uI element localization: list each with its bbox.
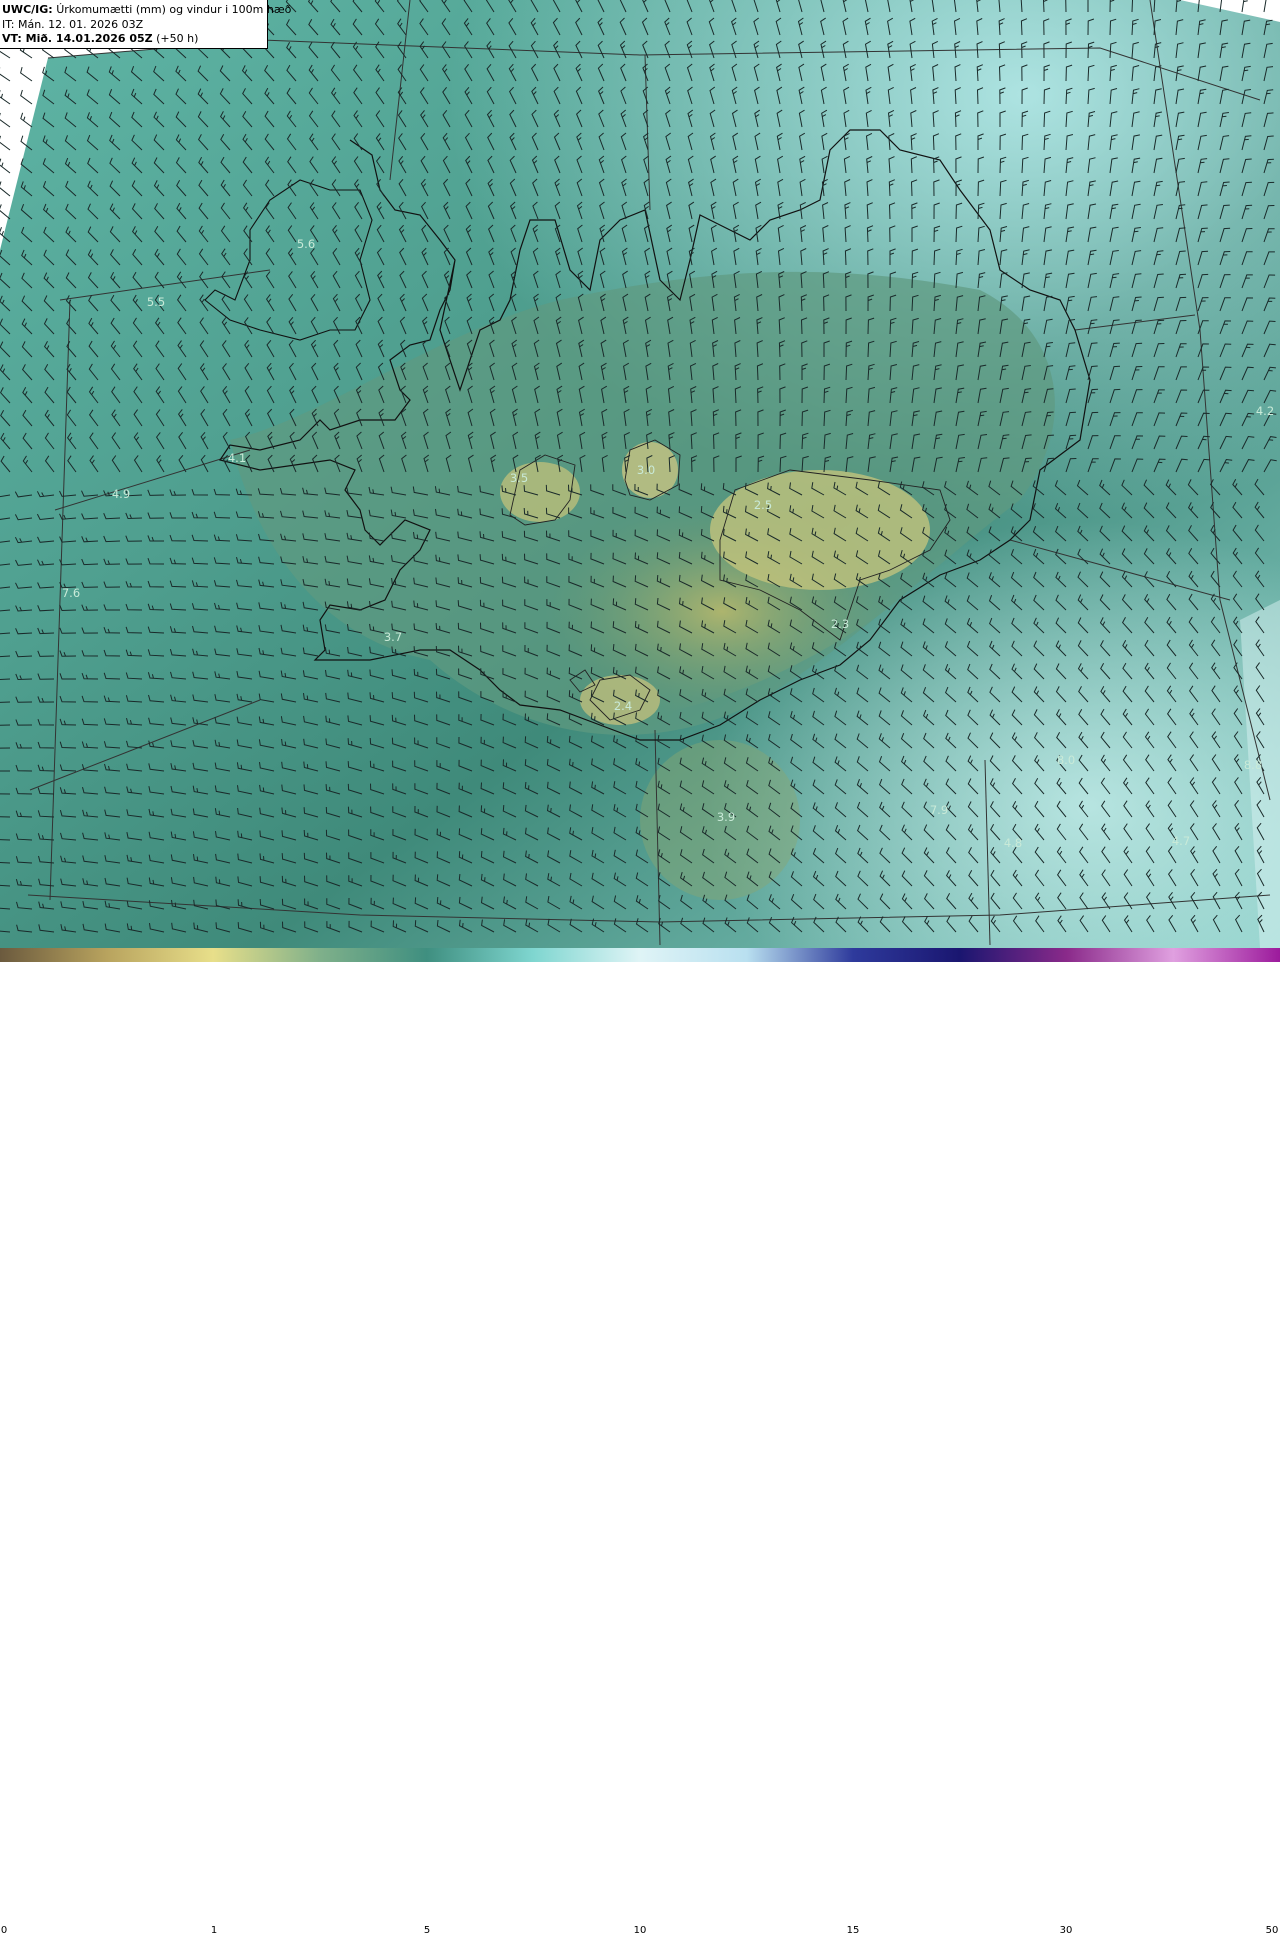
map-area: UWC/IG: Úrkomumætti (mm) og vindur i 100… (0, 0, 1280, 948)
value-label: 2.4 (613, 699, 633, 713)
colorbar-tick: 0 (0, 1925, 8, 1936)
colorbar-tick: 10 (633, 1925, 647, 1936)
value-label: 2.3 (830, 617, 850, 631)
value-label: 4.7 (1171, 834, 1191, 848)
valid-time: VT: Mið. 14.01.2026 05Z (2, 32, 153, 45)
map-header: UWC/IG: Úrkomumætti (mm) og vindur i 100… (0, 0, 291, 49)
colorbar-tick: 1 (210, 1925, 218, 1936)
value-label: 4.1 (227, 451, 247, 465)
value-label: 4.2 (1255, 404, 1275, 418)
header-init-line: IT: Mán. 12. 01. 2026 03Z (2, 18, 267, 33)
value-label: 3.5 (509, 471, 529, 485)
header-title-line: UWC/IG: Úrkomumætti (mm) og vindur i 100… (2, 3, 291, 18)
colorbar-ticks: 0 1 5 10 15 30 50 (0, 962, 1280, 1936)
colorbar (0, 948, 1280, 962)
lead-time: (+50 h) (156, 32, 199, 45)
value-label: 3.0 (636, 463, 656, 477)
colorbar-tick: 5 (423, 1925, 431, 1936)
value-label: 8.0 (1056, 753, 1076, 767)
colorbar-tick: 50 (1265, 1925, 1279, 1936)
value-label: 4.8 (1003, 836, 1023, 850)
value-label: 8.8 (1243, 758, 1263, 772)
value-label: 2.5 (753, 498, 773, 512)
value-label: 7.9 (929, 803, 949, 817)
product-code: UWC/IG: (2, 3, 53, 16)
value-label: 3.7 (383, 630, 403, 644)
init-time: Mán. 12. 01. 2026 03Z (17, 17, 144, 31)
field-title: Úrkomumætti (mm) og vindur i 100m hæð (56, 3, 292, 16)
colorbar-tick: 15 (846, 1925, 860, 1936)
value-label: 5.6 (296, 237, 316, 251)
header-valid-line: VT: Mið. 14.01.2026 05Z (+50 h) (2, 32, 267, 47)
value-label: 7.6 (61, 586, 81, 600)
colorbar-tick: 30 (1059, 1925, 1073, 1936)
value-label: 4.9 (111, 487, 131, 501)
init-label: IT: (2, 17, 15, 31)
value-label: 3.9 (716, 810, 736, 824)
value-label: 5.5 (146, 295, 166, 309)
